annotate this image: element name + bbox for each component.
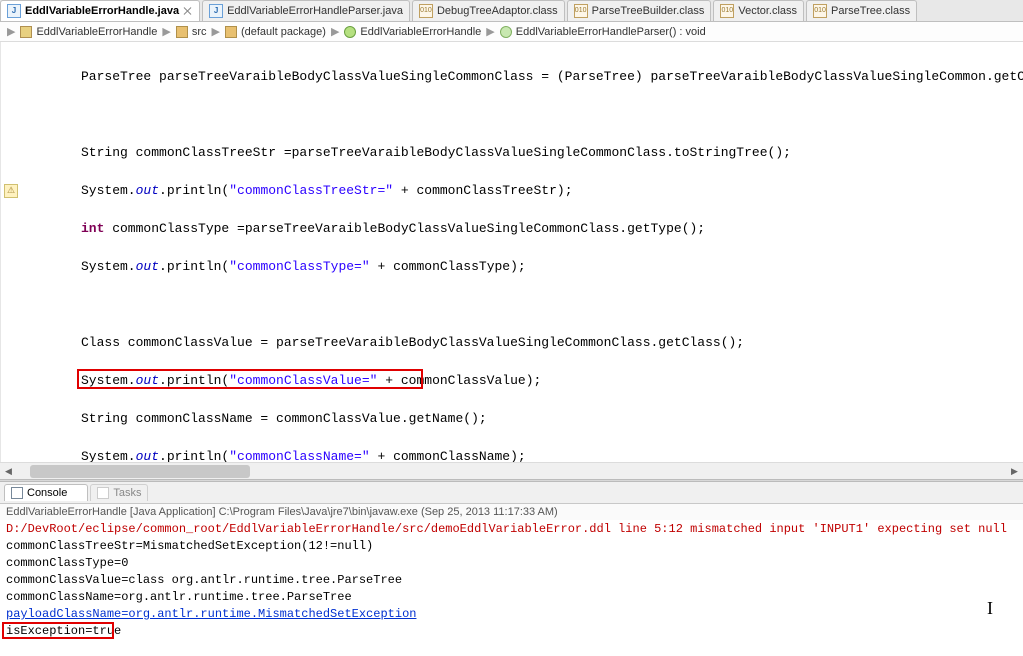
chevron-right-icon: ▶ bbox=[161, 25, 171, 38]
close-icon[interactable] bbox=[71, 488, 81, 498]
console-line: commonClassType=0 bbox=[6, 555, 1017, 572]
class-file-icon: 010 bbox=[574, 4, 588, 18]
tab-label: EddlVariableErrorHandle.java bbox=[25, 5, 179, 17]
scroll-right-icon[interactable]: ▶ bbox=[1008, 465, 1021, 478]
tab-parsetreebuilder-class[interactable]: 010 ParseTreeBuilder.class bbox=[567, 0, 712, 21]
tab-label: Tasks bbox=[113, 487, 141, 499]
scroll-left-icon[interactable]: ◀ bbox=[2, 465, 15, 478]
breadcrumb-item[interactable]: EddlVariableErrorHandle bbox=[36, 26, 157, 38]
tab-eddlvariableerrorhandleparser-java[interactable]: J EddlVariableErrorHandleParser.java bbox=[202, 0, 410, 21]
tab-parsetree-class[interactable]: 010 ParseTree.class bbox=[806, 0, 917, 21]
tab-debugtreeadaptor-class[interactable]: 010 DebugTreeAdaptor.class bbox=[412, 0, 565, 21]
breadcrumb-item[interactable]: EddlVariableErrorHandle bbox=[360, 26, 481, 38]
console-line: commonClassName=org.antlr.runtime.tree.P… bbox=[6, 589, 1017, 606]
class-file-icon: 010 bbox=[813, 4, 827, 18]
tab-label: ParseTreeBuilder.class bbox=[592, 5, 705, 17]
bottom-panel-tabs: Console Tasks bbox=[0, 482, 1023, 504]
text-cursor-icon: I bbox=[987, 600, 993, 617]
java-file-icon: J bbox=[7, 4, 21, 18]
source-folder-icon bbox=[176, 26, 188, 38]
console-stacktrace-link[interactable]: payloadClassName=org.antlr.runtime.Misma… bbox=[6, 607, 416, 621]
close-icon[interactable] bbox=[183, 6, 193, 16]
tab-console[interactable]: Console bbox=[4, 484, 88, 501]
tab-label: ParseTree.class bbox=[831, 5, 910, 17]
breadcrumb-item[interactable]: EddlVariableErrorHandleParser() : void bbox=[516, 26, 706, 38]
chevron-right-icon: ▶ bbox=[485, 25, 495, 38]
editor-tabbar: J EddlVariableErrorHandle.java J EddlVar… bbox=[0, 0, 1023, 22]
console-process-label: EddlVariableErrorHandle [Java Applicatio… bbox=[0, 504, 1023, 520]
code-area[interactable]: ParseTree parseTreeVaraibleBodyClassValu… bbox=[1, 42, 1023, 462]
tab-label: Console bbox=[27, 487, 67, 499]
class-icon bbox=[344, 26, 356, 38]
editor-horizontal-scrollbar[interactable]: ◀ ▶ bbox=[0, 462, 1023, 479]
console-error-line: D:/DevRoot/eclipse/common_root/EddlVaria… bbox=[6, 521, 1017, 538]
chevron-right-icon: ▶ bbox=[330, 25, 340, 38]
console-line: commonClassValue=class org.antlr.runtime… bbox=[6, 572, 1017, 589]
tab-label: Vector.class bbox=[738, 5, 797, 17]
tab-eddlvariableerrorhandle-java[interactable]: J EddlVariableErrorHandle.java bbox=[0, 0, 200, 21]
console-output[interactable]: D:/DevRoot/eclipse/common_root/EddlVaria… bbox=[0, 520, 1023, 641]
chevron-right-icon: ▶ bbox=[210, 25, 220, 38]
tab-tasks[interactable]: Tasks bbox=[90, 484, 148, 501]
code-editor[interactable]: ⚠ ParseTree parseTreeVaraibleBodyClassVa… bbox=[0, 42, 1023, 462]
package-icon bbox=[225, 26, 237, 38]
tasks-icon bbox=[97, 487, 109, 499]
chevron-right-icon: ▶ bbox=[6, 25, 16, 38]
tab-label: EddlVariableErrorHandleParser.java bbox=[227, 5, 403, 17]
breadcrumb-item[interactable]: (default package) bbox=[241, 26, 326, 38]
class-file-icon: 010 bbox=[419, 4, 433, 18]
tab-label: DebugTreeAdaptor.class bbox=[437, 5, 558, 17]
method-icon bbox=[500, 26, 512, 38]
tab-vector-class[interactable]: 010 Vector.class bbox=[713, 0, 804, 21]
project-icon bbox=[20, 26, 32, 38]
console-line: isException=true bbox=[6, 623, 1017, 640]
console-line: commonClassTreeStr=MismatchedSetExceptio… bbox=[6, 538, 1017, 555]
class-file-icon: 010 bbox=[720, 4, 734, 18]
breadcrumb-item[interactable]: src bbox=[192, 26, 207, 38]
java-file-icon: J bbox=[209, 4, 223, 18]
breadcrumb: ▶ EddlVariableErrorHandle ▶ src ▶ (defau… bbox=[0, 22, 1023, 42]
scrollbar-thumb[interactable] bbox=[30, 465, 250, 478]
console-icon bbox=[11, 487, 23, 499]
